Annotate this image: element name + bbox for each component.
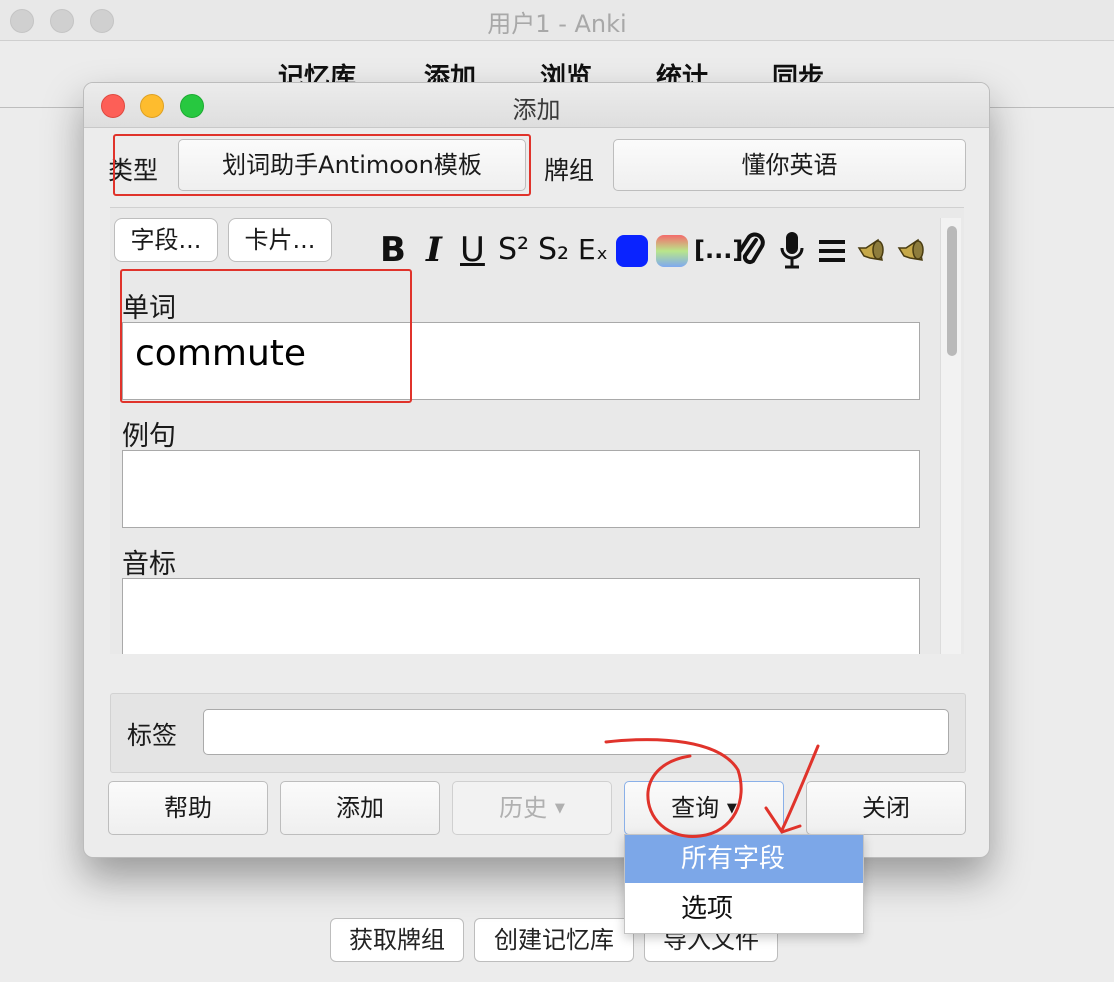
lookup-dropdown-icon: ▼ <box>726 801 737 816</box>
deck-label: 牌组 <box>544 156 595 185</box>
cards-button[interactable]: 卡片... <box>228 218 332 262</box>
bold-button[interactable]: B <box>380 230 406 270</box>
editor-scrollbar[interactable] <box>940 218 961 654</box>
tags-label: 标签 <box>127 721 178 750</box>
highlight-type <box>113 134 531 196</box>
lookup-menu: 所有字段 选项 <box>624 834 864 934</box>
create-deck-button[interactable]: 创建记忆库 <box>474 918 634 962</box>
dialog-title: 添加 <box>512 96 561 124</box>
highlight-word-field <box>120 269 412 403</box>
close-button[interactable]: 关闭 <box>806 781 966 835</box>
speaker-icon[interactable] <box>856 236 888 266</box>
italic-button[interactable]: I <box>426 230 442 270</box>
field-label-example: 例句 <box>122 421 176 452</box>
history-button[interactable]: 历史 ▼ <box>452 781 612 835</box>
text-color-swatch[interactable] <box>616 235 648 267</box>
fields-button[interactable]: 字段... <box>114 218 218 262</box>
subscript-button[interactable]: S₂ <box>538 230 569 270</box>
field-label-phonetic: 音标 <box>122 549 176 580</box>
lookup-menu-item-options[interactable]: 选项 <box>625 885 863 933</box>
add-dialog: 添加 类型 划词助手Antimoon模板 牌组 懂你英语 字段... 卡片...… <box>83 82 990 858</box>
color-picker-icon[interactable] <box>656 235 688 267</box>
tags-panel: 标签 <box>110 693 966 773</box>
field-input-example[interactable] <box>122 450 920 528</box>
history-dropdown-icon: ▼ <box>554 801 565 816</box>
speaker-icon[interactable] <box>896 236 928 266</box>
history-button-label: 历史 <box>499 794 548 822</box>
dialog-titlebar: 添加 <box>84 83 989 128</box>
lookup-button[interactable]: 查询 ▼ <box>624 781 784 835</box>
lookup-button-label: 查询 <box>671 794 720 822</box>
lookup-menu-item-all-fields[interactable]: 所有字段 <box>625 835 863 883</box>
main-window-titlebar: 用户1 - Anki <box>0 0 1114 41</box>
deck-button[interactable]: 懂你英语 <box>613 139 966 191</box>
add-button[interactable]: 添加 <box>280 781 440 835</box>
underline-button[interactable]: U <box>460 230 485 270</box>
help-button[interactable]: 帮助 <box>108 781 268 835</box>
tags-input[interactable] <box>203 709 949 755</box>
superscript-button[interactable]: S² <box>498 230 529 270</box>
get-shared-button[interactable]: 获取牌组 <box>330 918 464 962</box>
menu-icon[interactable] <box>818 238 846 264</box>
field-input-phonetic[interactable] <box>122 578 920 654</box>
editor-scrollbar-thumb[interactable] <box>947 226 957 356</box>
clear-format-button[interactable]: Eₓ <box>578 230 608 270</box>
attach-icon[interactable] <box>736 232 766 270</box>
main-window-title: 用户1 - Anki <box>487 10 627 38</box>
mic-icon[interactable] <box>778 230 806 270</box>
